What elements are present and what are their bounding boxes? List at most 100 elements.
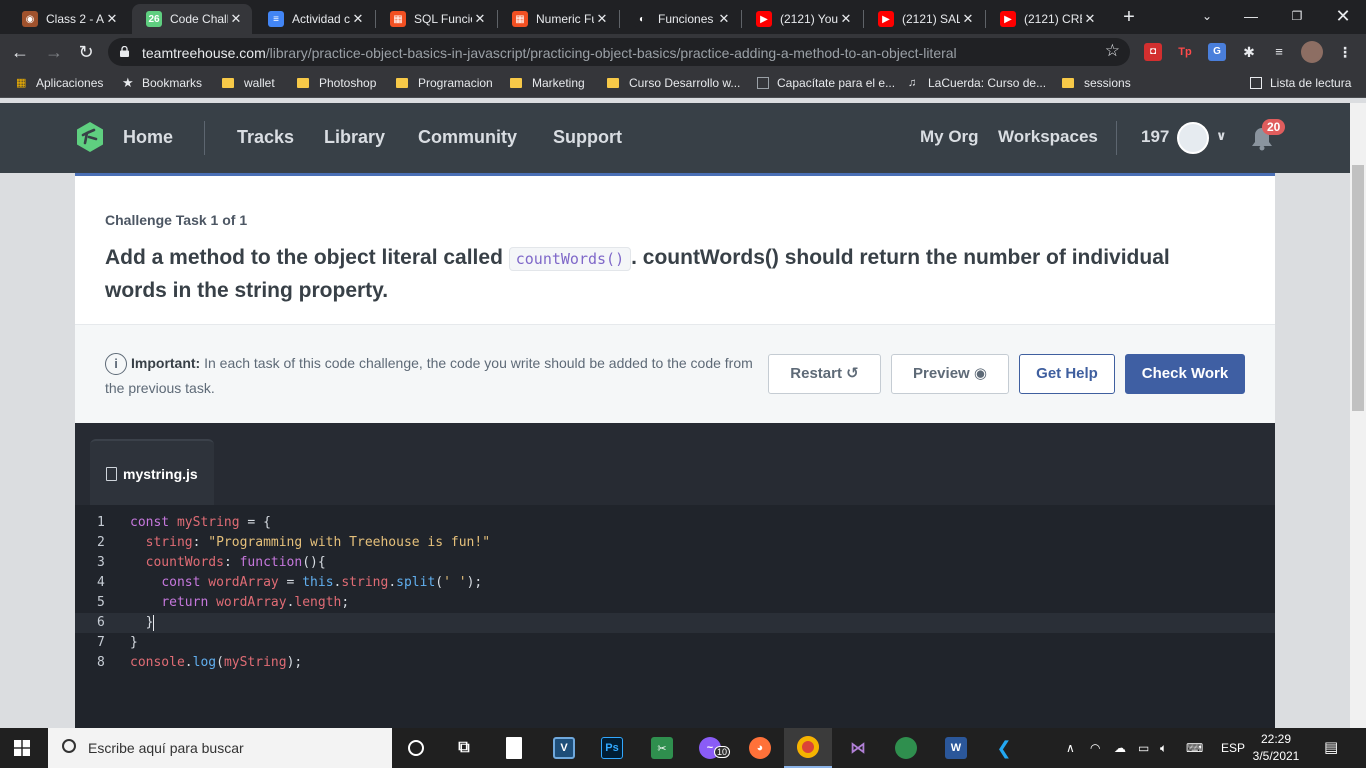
browser-tab[interactable]: ≡ Actividad c ✕ xyxy=(254,4,374,34)
browser-tab[interactable]: ◐ Funciones ✕ xyxy=(620,4,740,34)
action-center-icon[interactable]: ▤ xyxy=(1324,728,1338,768)
browser-tab[interactable]: ▦ SQL Funcio ✕ xyxy=(376,4,496,34)
forward-button[interactable]: → xyxy=(42,40,66,64)
tab-close-icon[interactable]: ✕ xyxy=(960,11,976,27)
lock-icon[interactable] xyxy=(120,46,129,57)
nav-community[interactable]: Community xyxy=(418,127,517,148)
code-line[interactable]: 2 string: "Programming with Treehouse is… xyxy=(75,533,1275,553)
tab-close-icon[interactable]: ✕ xyxy=(594,11,610,27)
restore-button[interactable]: ❐ xyxy=(1274,0,1320,34)
user-avatar[interactable] xyxy=(1177,122,1209,154)
nav-support[interactable]: Support xyxy=(553,127,622,148)
check-work-button[interactable]: Check Work xyxy=(1125,354,1245,394)
browser-tab[interactable]: ▶ (2121) You ✕ xyxy=(742,4,862,34)
code-line[interactable]: 4 const wordArray = this.string.split(' … xyxy=(75,573,1275,593)
bookmark-item[interactable]: ♫ LaCuerda: Curso de... xyxy=(908,76,1046,90)
tab-close-icon[interactable]: ✕ xyxy=(472,11,488,27)
browser-tab[interactable]: ▶ (2121) SAL ✕ xyxy=(864,4,984,34)
photoshop-icon[interactable]: Ps xyxy=(588,728,636,768)
bookmark-item[interactable]: ★ Bookmarks xyxy=(122,76,202,90)
word-icon[interactable]: W xyxy=(932,728,980,768)
bookmark-item[interactable]: sessions xyxy=(1062,76,1131,90)
treehouse-logo-icon[interactable] xyxy=(74,121,106,153)
code-line-current[interactable]: 6 } xyxy=(75,613,1275,633)
tab-close-icon[interactable]: ✕ xyxy=(228,11,244,27)
bookmark-item[interactable]: ▦ Aplicaciones xyxy=(16,76,103,90)
bookmark-star-icon[interactable]: ☆ xyxy=(1105,41,1120,61)
opera-gx-icon[interactable] xyxy=(882,728,930,768)
bookmark-item[interactable]: Capacítate para el e... xyxy=(757,76,895,90)
close-window-button[interactable]: ✕ xyxy=(1320,0,1366,34)
keyboard-icon[interactable]: ⌨ xyxy=(1186,728,1203,768)
page-scrollbar[interactable] xyxy=(1350,103,1366,728)
extension-translate-icon[interactable]: G xyxy=(1208,43,1226,61)
messenger-icon[interactable]: ~10 xyxy=(686,728,734,768)
browser-tab[interactable]: ◉ Class 2 - A ✕ xyxy=(8,4,128,34)
file-app-icon[interactable] xyxy=(490,728,538,768)
bookmark-item[interactable]: Programacion xyxy=(396,76,493,90)
extension-pocket-icon[interactable]: ◘ xyxy=(1144,43,1162,61)
cortana-icon[interactable] xyxy=(392,728,440,768)
get-help-button[interactable]: Get Help xyxy=(1019,354,1115,394)
wifi-icon[interactable]: ◠ xyxy=(1090,728,1100,768)
reload-button[interactable]: ↻ xyxy=(74,40,98,64)
bookmark-item[interactable]: Marketing xyxy=(510,76,585,90)
tab-close-icon[interactable]: ✕ xyxy=(716,11,732,27)
task-view-icon[interactable]: ⧉ xyxy=(440,728,488,768)
tab-search-icon[interactable]: ⌄ xyxy=(1184,0,1230,34)
extensions-puzzle-icon[interactable]: ✱ xyxy=(1240,43,1258,61)
media-control-icon[interactable]: ≡ xyxy=(1270,43,1288,61)
vscode-icon[interactable]: ❮ xyxy=(980,728,1028,768)
tab-close-icon[interactable]: ✕ xyxy=(350,11,366,27)
volume-icon[interactable]: 🔈︎ xyxy=(1160,728,1167,768)
tray-overflow-icon[interactable]: ∧ xyxy=(1066,728,1075,768)
nav-workspaces[interactable]: Workspaces xyxy=(998,127,1098,147)
code-line[interactable]: 1 const myString = { xyxy=(75,513,1275,533)
network-icon[interactable]: ☁ xyxy=(1114,728,1126,768)
points-count[interactable]: 197 xyxy=(1141,127,1169,147)
preview-button[interactable]: Preview ◉ xyxy=(891,354,1009,394)
tab-close-icon[interactable]: ✕ xyxy=(104,11,120,27)
url-text[interactable]: teamtreehouse.com/library/practice-objec… xyxy=(142,45,957,61)
scrollbar-thumb[interactable] xyxy=(1352,165,1364,411)
snipping-tool-icon[interactable]: ✂ xyxy=(638,728,686,768)
minimize-button[interactable]: — xyxy=(1228,0,1274,34)
restart-button[interactable]: Restart ↺ xyxy=(768,354,881,394)
address-bar[interactable]: teamtreehouse.com/library/practice-objec… xyxy=(108,38,1130,66)
code-line[interactable]: 7} xyxy=(75,633,1275,653)
extension-tp-icon[interactable]: Tp xyxy=(1176,43,1194,61)
file-tab[interactable]: mystring.js xyxy=(90,439,214,505)
browser-tab[interactable]: 26 Code Chall ✕ xyxy=(132,4,252,34)
bookmark-item[interactable]: wallet xyxy=(222,76,275,90)
code-line[interactable]: 8 console.log(myString); xyxy=(75,653,1275,673)
firefox-icon[interactable]: ◕ xyxy=(736,728,784,768)
system-clock[interactable]: 22:29 3/5/2021 xyxy=(1246,731,1306,765)
battery-icon[interactable]: ▭ xyxy=(1138,728,1149,768)
chrome-menu-icon[interactable]: ⋮ xyxy=(1336,43,1354,61)
visual-studio-icon[interactable]: ⋈ xyxy=(834,728,882,768)
profile-avatar[interactable] xyxy=(1301,41,1323,63)
taskbar-search[interactable]: Escribe aquí para buscar xyxy=(48,728,392,768)
reading-list[interactable]: Lista de lectura xyxy=(1250,76,1351,90)
chrome-icon[interactable] xyxy=(784,728,832,768)
browser-tab[interactable]: ▦ Numeric Fu ✕ xyxy=(498,4,618,34)
nav-my-org[interactable]: My Org xyxy=(920,127,979,147)
bookmark-item[interactable]: Photoshop xyxy=(297,76,376,90)
visio-icon[interactable]: V xyxy=(540,728,588,768)
tab-close-icon[interactable]: ✕ xyxy=(1082,11,1098,27)
nav-library[interactable]: Library xyxy=(324,127,385,148)
new-tab-button[interactable]: + xyxy=(1118,6,1140,28)
nav-home[interactable]: Home xyxy=(123,127,173,148)
code-area[interactable]: 1 const myString = { 2 string: "Programmi… xyxy=(75,505,1275,728)
language-indicator[interactable]: ESP xyxy=(1221,728,1245,768)
code-line[interactable]: 3 countWords: function(){ xyxy=(75,553,1275,573)
bookmark-item[interactable]: Curso Desarrollo w... xyxy=(607,76,740,90)
windows-start-icon[interactable] xyxy=(14,740,30,756)
chevron-down-icon[interactable]: ∨ xyxy=(1216,128,1227,144)
code-text: const myString = { xyxy=(130,515,271,530)
code-line[interactable]: 5 return wordArray.length; xyxy=(75,593,1275,613)
back-button[interactable]: ← xyxy=(8,40,32,64)
nav-tracks[interactable]: Tracks xyxy=(237,127,294,148)
browser-tab[interactable]: ▶ (2121) CRE ✕ xyxy=(986,4,1106,34)
tab-close-icon[interactable]: ✕ xyxy=(838,11,854,27)
